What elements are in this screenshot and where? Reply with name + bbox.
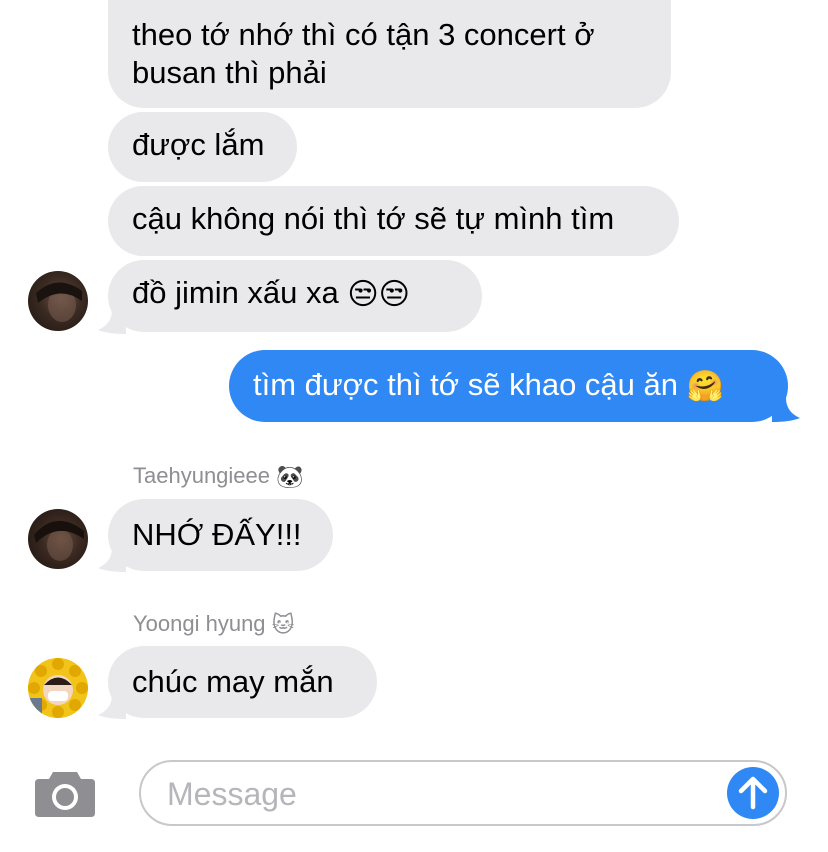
message-text: NHỚ ĐẤY!!! xyxy=(132,517,302,552)
camera-icon xyxy=(35,772,95,817)
message-input-placeholder: Message xyxy=(167,776,297,812)
message-text: đồ jimin xấu xa xyxy=(132,275,339,310)
bubble-tail xyxy=(98,695,126,719)
hugging-face-emoji: 🤗 xyxy=(686,369,724,403)
message-bubble[interactable]: đồ jimin xấu xa 😒😒 xyxy=(108,260,482,332)
message-text: được lắm xyxy=(132,127,265,162)
bubble-tail xyxy=(98,310,126,334)
cat-icon: 🐱 xyxy=(271,612,295,638)
message-bubble-outgoing[interactable]: tìm được thì tớ sẽ khao cậu ăn 🤗 xyxy=(229,350,788,422)
contact-avatar[interactable] xyxy=(28,271,88,331)
sender-name: Taehyungieee 🐼 xyxy=(133,463,304,490)
panda-icon: 🐼 xyxy=(276,464,304,490)
unamused-face-emoji: 😒😒 xyxy=(347,277,410,311)
avatar-photo-icon xyxy=(34,520,84,561)
message-text-line: busan thì phải xyxy=(132,55,327,90)
sender-name: Yoongi hyung 🐱 xyxy=(133,611,295,638)
camera-button[interactable] xyxy=(33,768,97,818)
message-text-line: theo tớ nhớ thì có tận 3 concert ở xyxy=(132,17,595,52)
sunflower-avatar-icon xyxy=(28,658,88,718)
bubble-tail-outgoing xyxy=(772,398,800,422)
message-bubble[interactable]: cậu không nói thì tớ sẽ tự mình tìm xyxy=(108,186,679,256)
message-bubble[interactable]: NHỚ ĐẤY!!! xyxy=(108,499,333,571)
message-text: cậu không nói thì tớ sẽ tự mình tìm xyxy=(132,201,615,236)
avatar-photo-icon xyxy=(36,282,82,322)
send-button[interactable] xyxy=(727,767,779,819)
bubble-tail xyxy=(98,548,126,572)
contact-avatar[interactable] xyxy=(28,509,88,569)
message-text: chúc may mắn xyxy=(132,664,334,699)
contact-avatar[interactable] xyxy=(28,658,88,718)
arrow-up-icon xyxy=(738,776,768,810)
message-bubble[interactable]: được lắm xyxy=(108,112,297,182)
message-bubble[interactable]: chúc may mắn xyxy=(108,646,377,718)
message-text: tìm được thì tớ sẽ khao cậu ăn xyxy=(253,367,678,402)
message-bubble[interactable]: theo tớ nhớ thì có tận 3 concert ở busan… xyxy=(108,0,671,108)
message-input[interactable]: Message xyxy=(139,760,787,826)
